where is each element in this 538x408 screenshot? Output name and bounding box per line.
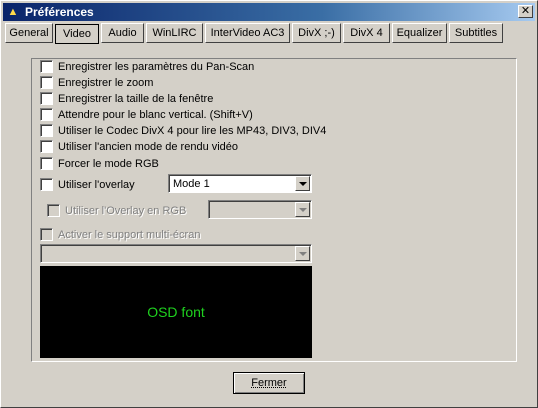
overlay-rgb-select[interactable] <box>208 200 312 219</box>
chevron-down-icon <box>299 208 307 212</box>
force-rgb-checkbox[interactable] <box>40 157 53 170</box>
preferences-window: ▲ Préférences ✕ General Video Audio WinL… <box>0 0 538 408</box>
divx4-codec-label: Utiliser le Codec DivX 4 pour lire les M… <box>58 125 327 137</box>
overlay-rgb-checkbox[interactable] <box>47 204 60 217</box>
vsync-label: Attendre pour le blanc vertical. (Shift+… <box>58 109 253 121</box>
overlay-mode-dropdown-button[interactable] <box>295 176 310 191</box>
legacy-render-checkbox[interactable] <box>40 140 53 153</box>
pan-scan-checkbox[interactable] <box>40 60 53 73</box>
tab-subtitles[interactable]: Subtitles <box>449 23 503 43</box>
app-icon: ▲ <box>7 6 19 18</box>
window-size-label: Enregistrer la taille de la fenêtre <box>58 93 214 105</box>
legacy-render-label: Utiliser l'ancien mode de rendu vidéo <box>58 141 239 153</box>
tab-equalizer[interactable]: Equalizer <box>392 23 447 43</box>
osd-font-text: OSD font <box>147 304 205 320</box>
tab-divx4[interactable]: DivX 4 <box>343 23 390 43</box>
chevron-down-icon <box>299 182 307 186</box>
overlay-mode-select[interactable]: Mode 1 <box>168 174 312 193</box>
divx4-codec-checkbox[interactable] <box>40 124 53 137</box>
tab-general[interactable]: General <box>5 23 53 43</box>
overlay-checkbox[interactable] <box>40 178 53 191</box>
tab-audio[interactable]: Audio <box>101 23 144 43</box>
tab-intervideo-ac3[interactable]: InterVideo AC3 <box>205 23 290 43</box>
overlay-rgb-dropdown-button[interactable] <box>295 202 310 217</box>
force-rgb-label: Forcer le mode RGB <box>58 158 159 170</box>
title-bar[interactable]: ▲ Préférences ✕ <box>3 3 535 21</box>
multiscreen-dropdown-button[interactable] <box>295 246 310 261</box>
pan-scan-label: Enregistrer les paramètres du Pan-Scan <box>58 61 255 73</box>
tab-winlirc[interactable]: WinLIRC <box>146 23 203 43</box>
zoom-checkbox[interactable] <box>40 76 53 89</box>
overlay-mode-value: Mode 1 <box>173 178 210 190</box>
multiscreen-select[interactable] <box>40 244 312 263</box>
vsync-checkbox[interactable] <box>40 108 53 121</box>
overlay-label: Utiliser l'overlay <box>58 179 135 191</box>
window-title: Préférences <box>25 5 94 19</box>
close-button-label: Fermer <box>251 377 287 389</box>
zoom-label: Enregistrer le zoom <box>58 77 154 89</box>
tab-divx[interactable]: DivX ;-) <box>292 23 341 43</box>
tab-video[interactable]: Video <box>55 24 99 44</box>
window-size-checkbox[interactable] <box>40 92 53 105</box>
multiscreen-checkbox[interactable] <box>40 228 53 241</box>
overlay-rgb-label: Utiliser l'Overlay en RGB <box>65 205 187 217</box>
multiscreen-label: Activer le support multi-écran <box>58 229 201 241</box>
chevron-down-icon <box>299 252 307 256</box>
close-icon[interactable]: ✕ <box>518 5 533 18</box>
osd-font-preview[interactable]: OSD font <box>40 266 312 358</box>
close-button[interactable]: Fermer <box>233 372 305 394</box>
